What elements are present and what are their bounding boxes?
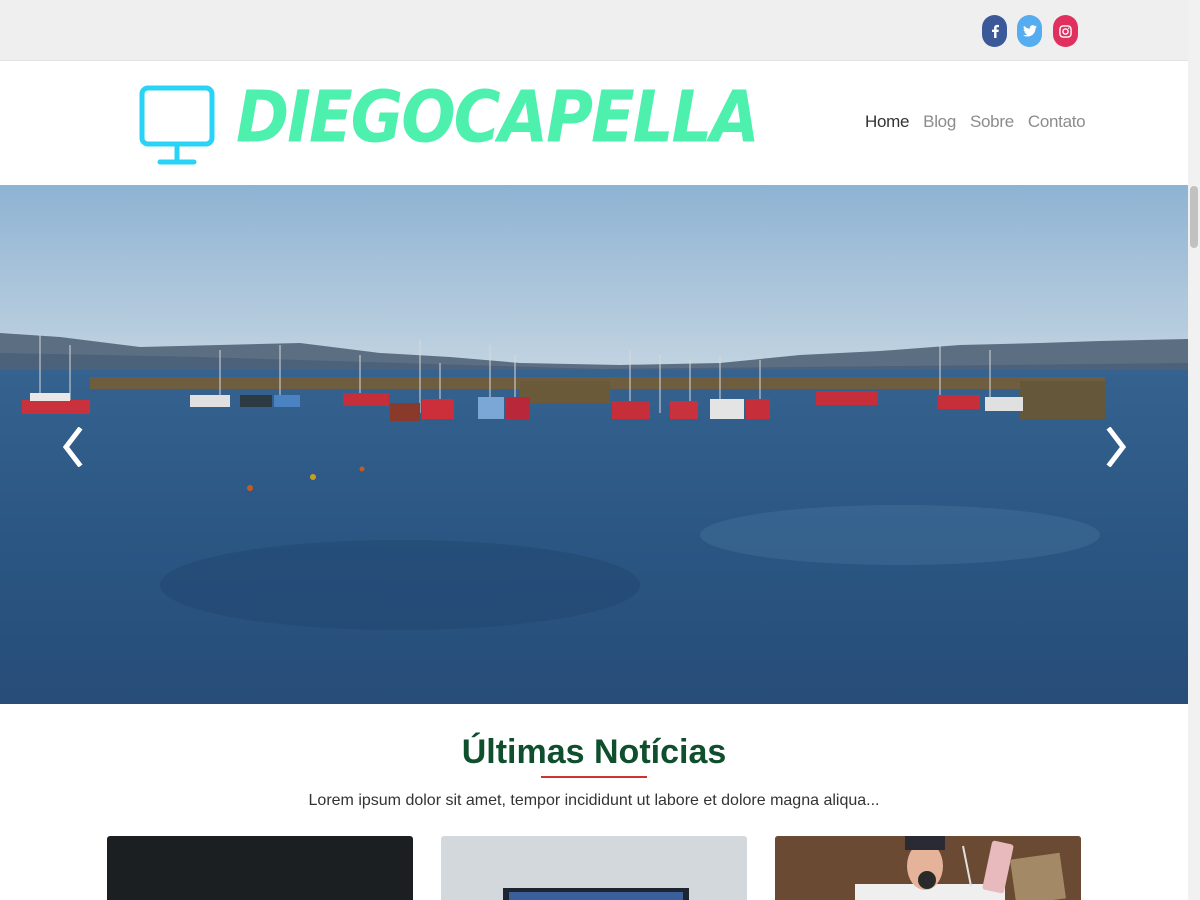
hero-carousel [0,185,1188,704]
main-nav: Home Blog Sobre Contato [865,112,1086,132]
scrollbar-thumb[interactable] [1190,186,1198,248]
news-card-image[interactable] [775,836,1081,900]
nav-home[interactable]: Home [865,112,909,132]
news-section-title: Últimas Notícias [461,733,727,771]
chevron-left-icon[interactable] [52,425,92,469]
social-bar [0,0,1188,61]
page-scrollbar[interactable] [1188,0,1200,900]
news-card-image[interactable] [441,836,747,900]
monitor-icon[interactable] [138,84,218,173]
news-section-subtitle: Lorem ipsum dolor sit amet, tempor incid… [308,792,880,809]
site-header: DIEGOCAPELLA Home Blog Sobre Contato [0,61,1188,185]
news-card-image[interactable] [107,836,413,900]
nav-blog[interactable]: Blog [923,112,956,132]
chevron-right-icon[interactable] [1097,425,1137,469]
harbor-photo [0,185,1188,704]
site-logo[interactable]: DIEGOCAPELLA [236,73,760,163]
nav-sobre[interactable]: Sobre [970,112,1014,132]
instagram-icon[interactable] [1053,15,1078,47]
nav-contato[interactable]: Contato [1028,112,1086,132]
title-underline [541,776,647,778]
facebook-icon[interactable] [982,15,1007,47]
twitter-icon[interactable] [1017,15,1042,47]
